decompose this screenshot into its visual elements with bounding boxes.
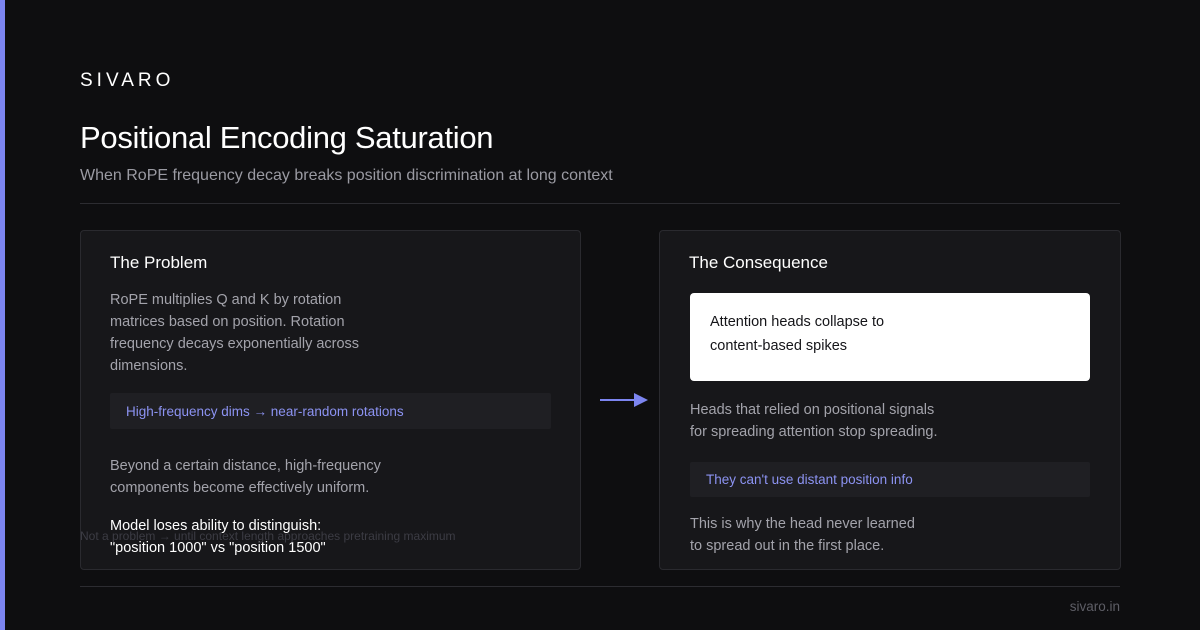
accent-bar (0, 0, 5, 630)
consequence-card: The Consequence Attention heads collapse… (659, 230, 1121, 570)
divider-top (80, 203, 1120, 204)
problem-detail-line: Beyond a certain distance, high-frequenc… (110, 458, 381, 474)
problem-intro: RoPE multiplies Q and K by rotation matr… (110, 289, 359, 377)
consequence-highlight: They can't use distant position info (690, 462, 1090, 497)
site-link[interactable]: sivaro.in (1070, 599, 1120, 614)
problem-card: The Problem RoPE multiplies Q and K by r… (80, 230, 581, 570)
consequence-callout: Attention heads collapse to content-base… (690, 293, 1090, 381)
consequence-closing: This is why the head never learned to sp… (690, 513, 915, 557)
consequence-closing-line: This is why the head never learned (690, 516, 915, 532)
problem-detail: Beyond a certain distance, high-frequenc… (110, 455, 381, 499)
consequence-title: The Consequence (689, 253, 828, 272)
problem-intro-line: dimensions. (110, 358, 188, 374)
page-subtitle: When RoPE frequency decay breaks positio… (80, 167, 613, 184)
problem-intro-line: RoPE multiplies Q and K by rotation (110, 292, 342, 308)
consequence-body: Heads that relied on positional signals … (690, 399, 937, 443)
problem-title: The Problem (110, 253, 208, 272)
problem-highlight: High-frequency dims → near-random rotati… (110, 393, 551, 429)
consequence-callout-line: content-based spikes (710, 338, 848, 354)
divider-bottom (80, 586, 1120, 587)
consequence-closing-line: to spread out in the first place. (690, 538, 885, 554)
right-arrow-icon (600, 393, 648, 407)
consequence-body-line: Heads that relied on positional signals (690, 402, 935, 418)
slide: SIVARO Positional Encoding Saturation Wh… (0, 0, 1200, 630)
page-title: Positional Encoding Saturation (80, 120, 494, 155)
problem-intro-line: frequency decays exponentially across (110, 336, 360, 352)
consequence-callout-line: Attention heads collapse to (710, 314, 885, 330)
problem-detail-line: components become effectively uniform. (110, 480, 370, 496)
footnote: Not a problem → until context length app… (80, 529, 456, 543)
brand-logo: SIVARO (80, 70, 175, 91)
consequence-body-line: for spreading attention stop spreading. (690, 424, 938, 440)
problem-intro-line: matrices based on position. Rotation (110, 314, 345, 330)
